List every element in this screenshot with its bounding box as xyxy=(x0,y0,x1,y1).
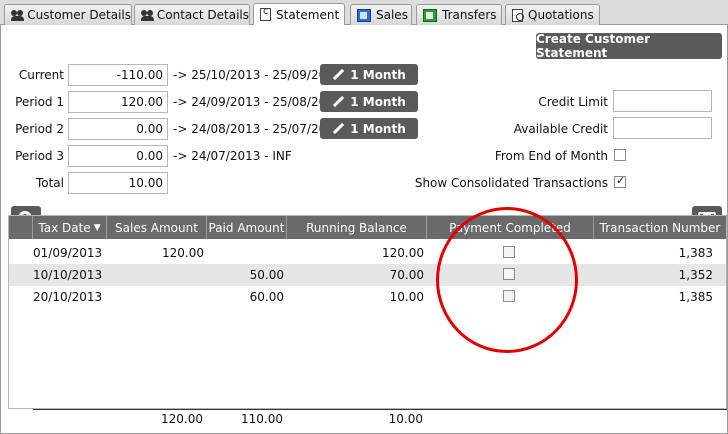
one-month-button-period1[interactable]: 1 Month xyxy=(320,91,418,112)
quotations-icon xyxy=(512,8,524,22)
button-label: Create Customer Statement xyxy=(536,32,651,60)
tax-date-cell: 01/09/2013 xyxy=(33,246,103,260)
transaction-number-cell: 1,383 xyxy=(678,246,713,260)
tab-contact-details[interactable]: Contact Details xyxy=(134,4,250,25)
column-label: Tax Date xyxy=(38,220,91,235)
tab-label: Transfers xyxy=(442,8,497,22)
paid-amount-cell: 60.00 xyxy=(249,290,284,304)
period-label-current: Current xyxy=(18,68,64,82)
people-icon xyxy=(141,9,154,22)
column-header-payment-completed[interactable]: Payment Completed xyxy=(427,216,594,239)
column-header-sales-amount[interactable]: Sales Amount xyxy=(107,216,207,239)
column-label: Running Balance xyxy=(306,220,407,235)
period-label-1: Period 1 xyxy=(15,95,64,109)
totals-divider xyxy=(33,409,727,410)
tab-transfers[interactable]: Transfers xyxy=(416,4,502,25)
payment-completed-checkbox[interactable] xyxy=(503,268,515,280)
period-label-3: Period 3 xyxy=(15,149,64,163)
tab-customer-details[interactable]: Customer Details xyxy=(4,4,132,25)
transaction-number-cell: 1,352 xyxy=(678,268,713,282)
button-label: 1 Month xyxy=(350,67,406,82)
button-label: 1 Month xyxy=(350,94,406,109)
period-range-3: -> 24/07/2013 - INF xyxy=(173,149,292,163)
tab-label: Customer Details xyxy=(27,8,131,22)
one-month-button-period2[interactable]: 1 Month xyxy=(320,118,418,139)
sales-amount-cell: 120.00 xyxy=(162,246,204,260)
sales-icon xyxy=(357,8,371,22)
tab-sales[interactable]: Sales xyxy=(350,4,412,25)
tab-label: Contact Details xyxy=(156,8,249,22)
tab-quotations[interactable]: Quotations xyxy=(505,4,600,25)
period2-amount-field[interactable]: 0.00 xyxy=(68,118,168,140)
tax-date-cell: 20/10/2013 xyxy=(33,290,103,304)
sales-amount-total: 120.00 xyxy=(161,412,203,426)
chevron-down-icon: ▼ xyxy=(93,222,101,233)
tab-label: Statement xyxy=(276,7,340,22)
column-header-running-balance[interactable]: Running Balance xyxy=(287,216,427,239)
document-icon xyxy=(260,6,271,21)
period3-amount-field[interactable]: 0.00 xyxy=(68,145,168,167)
period-range-2: -> 24/08/2013 - 25/07/2013 xyxy=(173,122,342,136)
show-consolidated-checkbox[interactable] xyxy=(614,174,626,188)
one-month-button-current[interactable]: 1 Month xyxy=(320,64,418,85)
transaction-number-cell: 1,385 xyxy=(678,290,713,304)
pencil-icon xyxy=(332,69,344,81)
period-range-1: -> 24/09/2013 - 25/08/2013 xyxy=(173,95,342,109)
people-icon xyxy=(11,9,24,22)
table-row[interactable]: 01/09/2013 120.00 120.00 1,383 xyxy=(9,242,726,264)
paid-amount-total: 110.00 xyxy=(241,412,283,426)
running-balance-cell: 120.00 xyxy=(382,246,424,260)
button-label: 1 Month xyxy=(350,121,406,136)
column-label: Paid Amount xyxy=(208,220,285,235)
column-label: Transaction Number xyxy=(599,220,721,235)
period-range-current: -> 25/10/2013 - 25/09/2013 xyxy=(173,68,342,82)
from-end-of-month-label: From End of Month xyxy=(494,149,608,163)
payment-completed-checkbox[interactable] xyxy=(503,290,515,302)
column-header-paid-amount[interactable]: Paid Amount xyxy=(207,216,287,239)
payment-completed-checkbox[interactable] xyxy=(503,246,515,258)
paid-amount-cell: 50.00 xyxy=(249,268,284,282)
available-credit-field[interactable] xyxy=(613,117,712,139)
column-header-tax-date[interactable]: Tax Date ▼ xyxy=(33,216,107,239)
column-label: Sales Amount xyxy=(115,220,198,235)
transactions-table: Tax Date ▼ Sales Amount Paid Amount Runn… xyxy=(8,215,727,409)
running-balance-cell: 10.00 xyxy=(389,290,424,304)
total-label: Total xyxy=(35,176,64,190)
tab-label: Sales xyxy=(376,8,408,22)
available-credit-label: Available Credit xyxy=(513,122,608,136)
show-consolidated-label: Show Consolidated Transactions xyxy=(414,176,608,190)
tab-statement[interactable]: Statement xyxy=(253,3,345,25)
tab-bar: Customer Details Contact Details Stateme… xyxy=(0,0,728,25)
period-label-2: Period 2 xyxy=(15,122,64,136)
table-row[interactable]: 10/10/2013 50.00 70.00 1,352 xyxy=(9,264,726,286)
table-row[interactable]: 20/10/2013 60.00 10.00 1,385 xyxy=(9,286,726,308)
column-header-transaction-number[interactable]: Transaction Number xyxy=(594,216,726,239)
from-end-of-month-checkbox[interactable] xyxy=(614,149,626,161)
running-balance-cell: 70.00 xyxy=(389,268,424,282)
credit-limit-field[interactable] xyxy=(613,90,712,112)
credit-limit-label: Credit Limit xyxy=(538,95,608,109)
current-amount-field[interactable]: -110.00 xyxy=(68,64,168,86)
period1-amount-field[interactable]: 120.00 xyxy=(68,91,168,113)
table-header: Tax Date ▼ Sales Amount Paid Amount Runn… xyxy=(9,216,726,239)
running-balance-total: 10.00 xyxy=(388,412,423,426)
pencil-icon xyxy=(332,96,344,108)
tab-label: Quotations xyxy=(528,8,594,22)
tax-date-cell: 10/10/2013 xyxy=(33,268,103,282)
pencil-icon xyxy=(332,123,344,135)
row-header-corner xyxy=(9,216,33,239)
column-label: Payment Completed xyxy=(449,220,571,235)
total-amount-field[interactable]: 10.00 xyxy=(68,172,168,194)
transfers-icon xyxy=(423,8,437,22)
create-customer-statement-button[interactable]: Create Customer Statement xyxy=(536,32,722,60)
